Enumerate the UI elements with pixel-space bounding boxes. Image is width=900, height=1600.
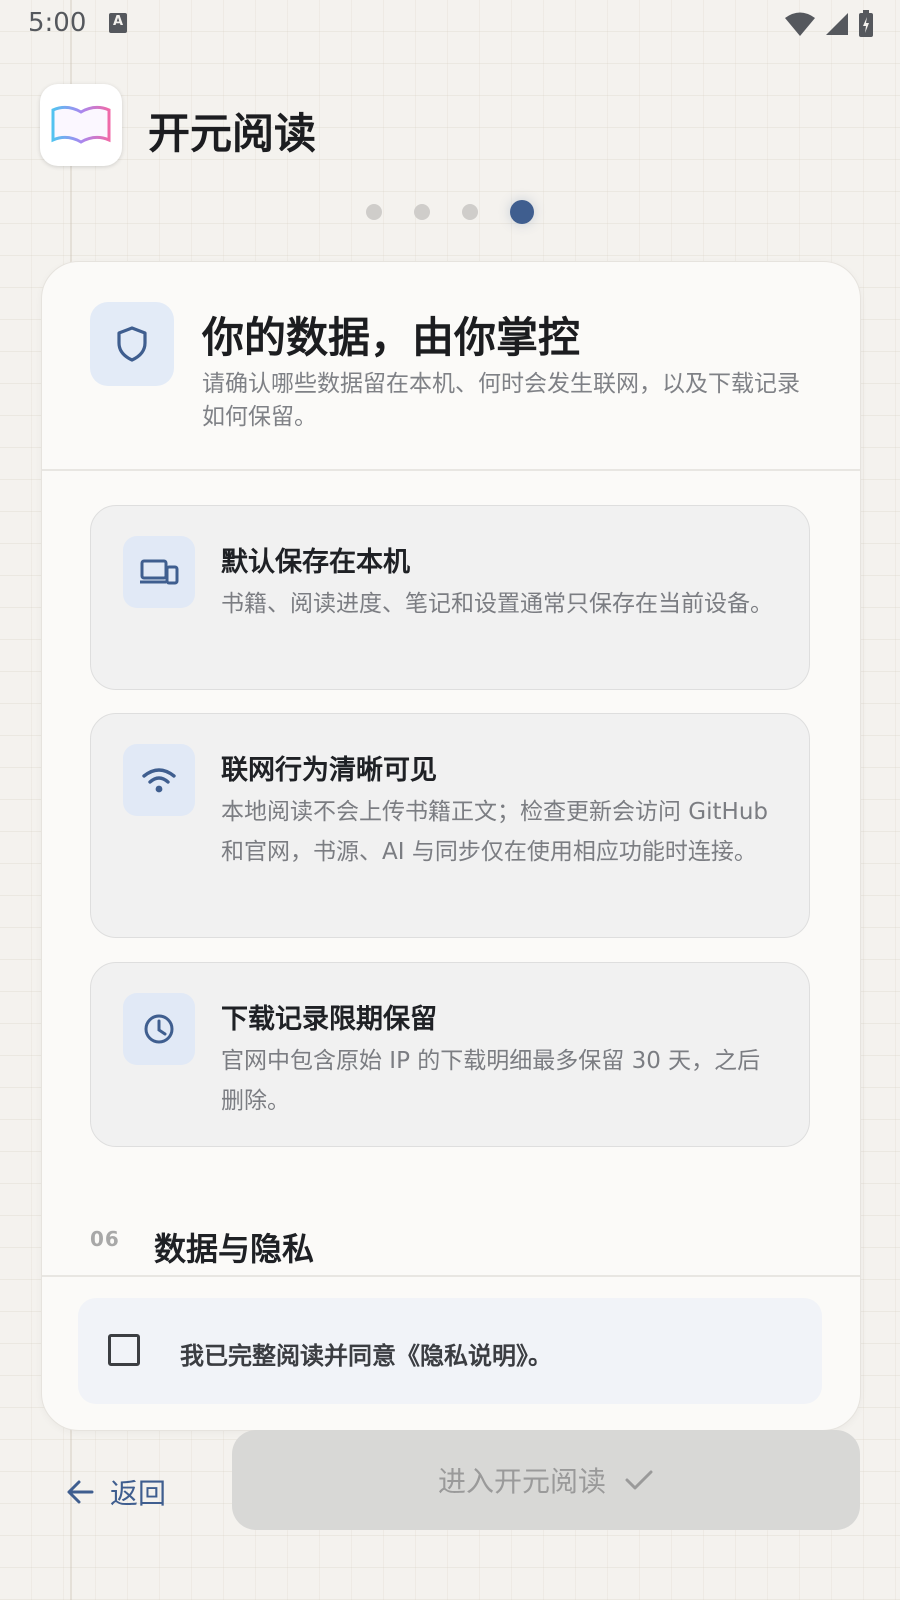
agreement-row[interactable]: 我已完整阅读并同意《隐私说明》。 <box>78 1298 822 1404</box>
status-icons <box>784 10 874 38</box>
cell-signal-icon <box>826 13 848 35</box>
page-dot-3 <box>462 204 478 220</box>
enter-app-button[interactable]: 进入开元阅读 <box>232 1430 860 1530</box>
item-desc: 官网中包含原始 IP 的下载明细最多保留 30 天，之后删除。 <box>221 1048 761 1114</box>
wifi-icon <box>123 744 195 816</box>
privacy-card: 你的数据，由你掌控 请确认哪些数据留在本机、何时会发生联网，以及下载记录如何保留… <box>41 261 861 1431</box>
item-title: 默认保存在本机 <box>221 547 410 578</box>
devices-icon <box>123 536 195 608</box>
item-desc: 书籍、阅读进度、笔记和设置通常只保存在当前设备。 <box>221 591 773 617</box>
back-label: 返回 <box>110 1477 167 1510</box>
arrow-left-icon <box>67 1480 94 1504</box>
notification-icon: A <box>109 13 127 33</box>
wifi-signal-icon <box>785 12 815 36</box>
info-item-local-storage: 默认保存在本机 书籍、阅读进度、笔记和设置通常只保存在当前设备。 <box>90 505 810 690</box>
shield-icon <box>90 302 174 386</box>
item-title: 下载记录限期保留 <box>221 1004 437 1035</box>
back-button[interactable]: 返回 <box>66 1464 166 1520</box>
status-bar: 5:00 A <box>0 0 900 48</box>
section-title: 数据与隐私 <box>154 1230 315 1268</box>
check-icon <box>625 1470 653 1490</box>
page-dot-4-active <box>510 200 534 224</box>
battery-icon <box>859 10 873 37</box>
book-logo-icon <box>51 105 111 144</box>
enter-label: 进入开元阅读 <box>437 1465 606 1498</box>
header-divider <box>42 469 860 471</box>
item-title: 联网行为清晰可见 <box>221 755 437 786</box>
agree-checkbox[interactable] <box>108 1334 140 1366</box>
item-desc: 本地阅读不会上传书籍正文；检查更新会访问 GitHub 和官网，书源、AI 与同… <box>221 799 769 865</box>
section-number: 06 <box>90 1227 120 1251</box>
status-time: 5:00 <box>28 8 87 38</box>
agreement-label: 我已完整阅读并同意《隐私说明》。 <box>180 1342 552 1370</box>
page-dot-1 <box>366 204 382 220</box>
card-title: 你的数据，由你掌控 <box>202 313 581 362</box>
card-subtitle: 请确认哪些数据留在本机、何时会发生联网，以及下载记录如何保留。 <box>202 371 800 430</box>
clock-icon <box>123 993 195 1065</box>
app-logo <box>40 84 122 166</box>
footer-divider <box>42 1275 860 1277</box>
info-item-download-records: 下载记录限期保留 官网中包含原始 IP 的下载明细最多保留 30 天，之后删除。 <box>90 962 810 1147</box>
app-title: 开元阅读 <box>148 109 317 158</box>
page-dot-2 <box>414 204 430 220</box>
info-item-network: 联网行为清晰可见 本地阅读不会上传书籍正文；检查更新会访问 GitHub 和官网… <box>90 713 810 938</box>
page-indicator <box>0 200 900 224</box>
